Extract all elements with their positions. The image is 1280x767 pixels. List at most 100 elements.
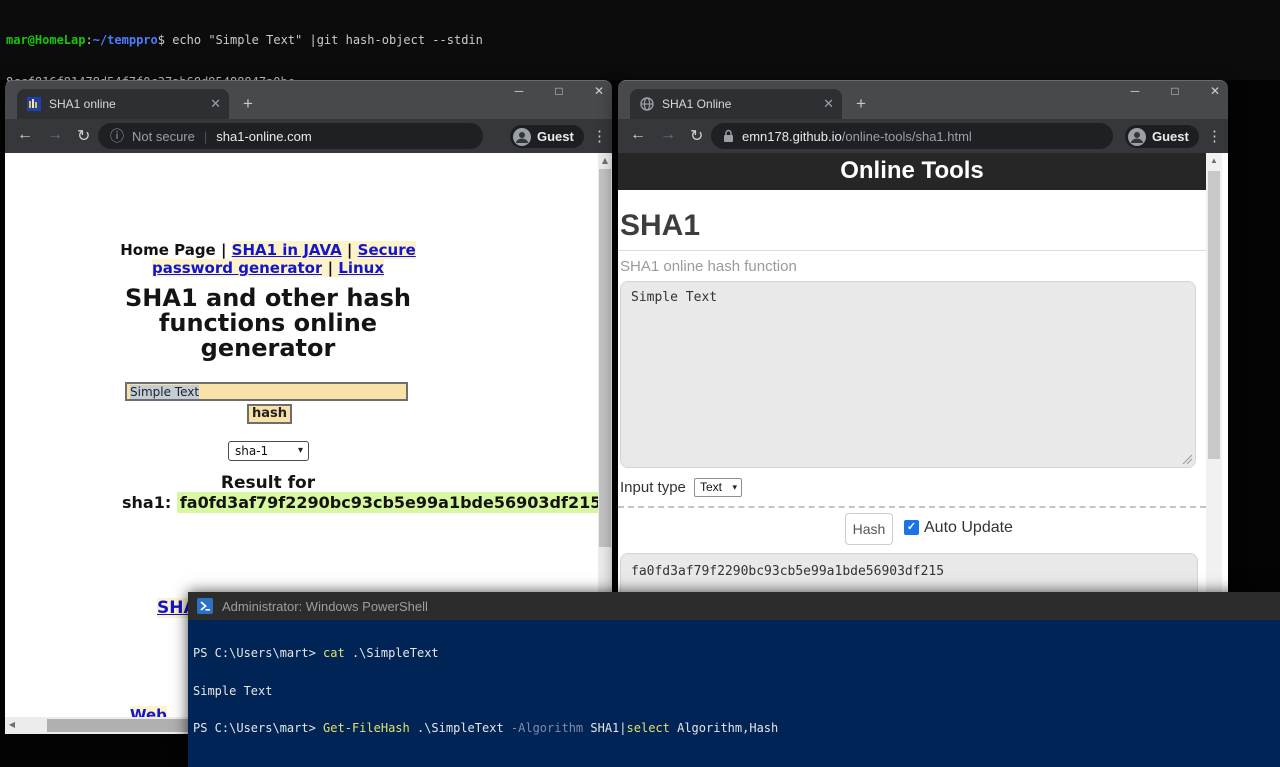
info-icon[interactable]: ⓘ [110,126,124,146]
url-bar[interactable]: emn178.github.io/online-tools/sha1.html [711,123,1113,149]
text-segment: | [322,259,339,277]
text-segment: Algorithm,Hash [669,721,779,735]
site-header: Online Tools [618,153,1206,190]
url-path: /online-tools/sha1.html [841,128,972,144]
tab-close-icon[interactable]: ✕ [823,96,834,112]
powershell-titlebar: Administrator: Windows PowerShell [188,592,1280,620]
text-segment[interactable]: Linux [338,259,385,277]
scrollbar-thumb[interactable] [599,169,611,547]
nav-links[interactable]: Home Page | SHA1 in JAVA | Secure passwo… [102,241,434,277]
window-title: Administrator: Windows PowerShell [222,598,428,614]
scroll-up-icon[interactable]: ▲ [598,153,612,169]
text-segment: | [341,241,358,259]
console-line: PS C:\Users\mart> cat .\SimpleText [193,647,1280,660]
browser-toolbar: ← → ↻ ⓘ Not secure | sha1-online.com Gue… [5,119,612,153]
profile-button[interactable]: Guest [1125,125,1199,148]
text-segment: .\SimpleText [344,646,439,660]
url-divider: | [203,128,208,144]
text-segment: $ [157,33,173,47]
input-textarea[interactable]: Simple Text [620,281,1196,468]
maximize-button[interactable]: □ [1168,84,1182,98]
tab-sha1-online[interactable]: SHA1 online ✕ [17,89,229,119]
auto-update-label: Auto Update [924,519,1013,536]
powershell-console[interactable]: PS C:\Users\mart> cat .\SimpleText Simpl… [193,622,1280,767]
text-segment[interactable]: SHA1 in JAVA [231,241,342,259]
minimize-button[interactable]: ─ [1128,84,1142,98]
tab-title: SHA1 Online [662,97,732,111]
chevron-down-icon: ▾ [297,445,303,456]
text-segment: PS C:\Users\mart> [193,721,324,735]
sha1-heading: SHA1 [620,209,701,242]
text-segment: Simple Text [193,683,273,698]
scroll-left-icon[interactable]: ◀ [5,717,19,733]
result-line: sha1: fa0fd3af79f2290bc93cb5e99a1bde5690… [122,492,605,513]
back-button[interactable]: ← [630,126,646,144]
input-type-label: Input type [620,479,686,496]
close-button[interactable]: ✕ [592,84,606,98]
profile-button[interactable]: Guest [510,125,584,148]
tab-sha1-online-tools[interactable]: SHA1 Online ✕ [630,89,842,119]
resize-handle-icon[interactable] [1182,454,1193,465]
new-tab-button[interactable]: + [243,94,253,114]
scrollbar-thumb[interactable] [1208,171,1220,459]
chevron-down-icon: ▾ [732,482,737,492]
text-segment: -Algorithm [510,721,584,735]
maximize-button[interactable]: □ [552,84,566,98]
browser-menu-button[interactable]: ⋮ [592,127,607,145]
result-label: Result for [220,473,316,493]
back-button[interactable]: ← [17,126,33,144]
terminal-line: mar@HomeLap:~/temppro$ echo "Simple Text… [6,33,1280,47]
text-segment: .\SimpleText [409,721,511,735]
text-segment: SHA1| [583,721,627,735]
text-segment: Home Page | [120,241,232,259]
url-bar[interactable]: ⓘ Not secure | sha1-online.com [98,123,483,149]
powershell-window[interactable]: Administrator: Windows PowerShell PS C:\… [188,592,1280,767]
divider [618,250,1206,251]
reload-button[interactable]: ↻ [77,126,90,146]
page-subtitle: SHA1 online hash function [620,258,797,275]
text-segment: cat [323,646,345,660]
close-button[interactable]: ✕ [1208,84,1222,98]
browser-menu-button[interactable]: ⋮ [1207,127,1222,145]
input-type-select[interactable]: Text ▾ [694,478,742,497]
reload-button[interactable]: ↻ [690,126,703,146]
avatar-icon [1128,127,1146,146]
console-line: PS C:\Users\mart> Get-FileHash .\SimpleT… [193,722,1280,735]
url-host: sha1-online.com [216,128,312,144]
dashed-divider [618,506,1206,508]
url-host: emn178.github.io [742,128,842,144]
text-segment: Get-FileHash [323,721,410,735]
tab-close-icon[interactable]: ✕ [210,96,221,112]
profile-label: Guest [537,129,574,144]
minimize-button[interactable]: ─ [512,84,526,98]
page-heading: SHA1 and other hash functions online gen… [125,284,411,362]
text-segment: echo "Simple Text" |git hash-object --st… [172,33,483,47]
text-segment: ~/temppro [92,33,158,47]
tab-title: SHA1 online [49,97,116,111]
profile-label: Guest [1152,129,1189,144]
security-label: Not secure [132,128,195,144]
auto-update-checkbox[interactable]: ✓ [904,520,919,535]
text-segment: PS C:\Users\mart> [193,646,324,660]
hash-button[interactable]: hash [247,404,292,424]
text-segment: select [626,721,670,735]
console-line: Simple Text [193,683,1280,698]
forward-button[interactable]: → [47,126,63,144]
browser-toolbar: ← → ↻ emn178.github.io/online-tools/sha1… [618,119,1228,153]
forward-button[interactable]: → [660,126,676,144]
result-prefix: sha1: [122,493,172,512]
hash-button[interactable]: Hash [845,513,893,545]
globe-favicon-icon [640,97,654,111]
lock-icon [724,129,733,142]
new-tab-button[interactable]: + [856,94,866,114]
sha1-online-favicon-icon [27,97,41,111]
text-segment: mar@HomeLap [6,33,86,47]
hash-text-input[interactable]: Simple Text [125,382,408,401]
algorithm-select[interactable]: sha-1 ▾ [228,441,309,461]
bash-terminal-window[interactable]: mar@HomeLap:~/temppro$ echo "Simple Text… [0,0,1280,215]
avatar-icon [513,127,531,146]
result-hash: fa0fd3af79f2290bc93cb5e99a1bde56903df215 [176,492,605,513]
scroll-up-icon[interactable]: ▲ [1207,153,1221,169]
text-segment: : [85,33,93,47]
